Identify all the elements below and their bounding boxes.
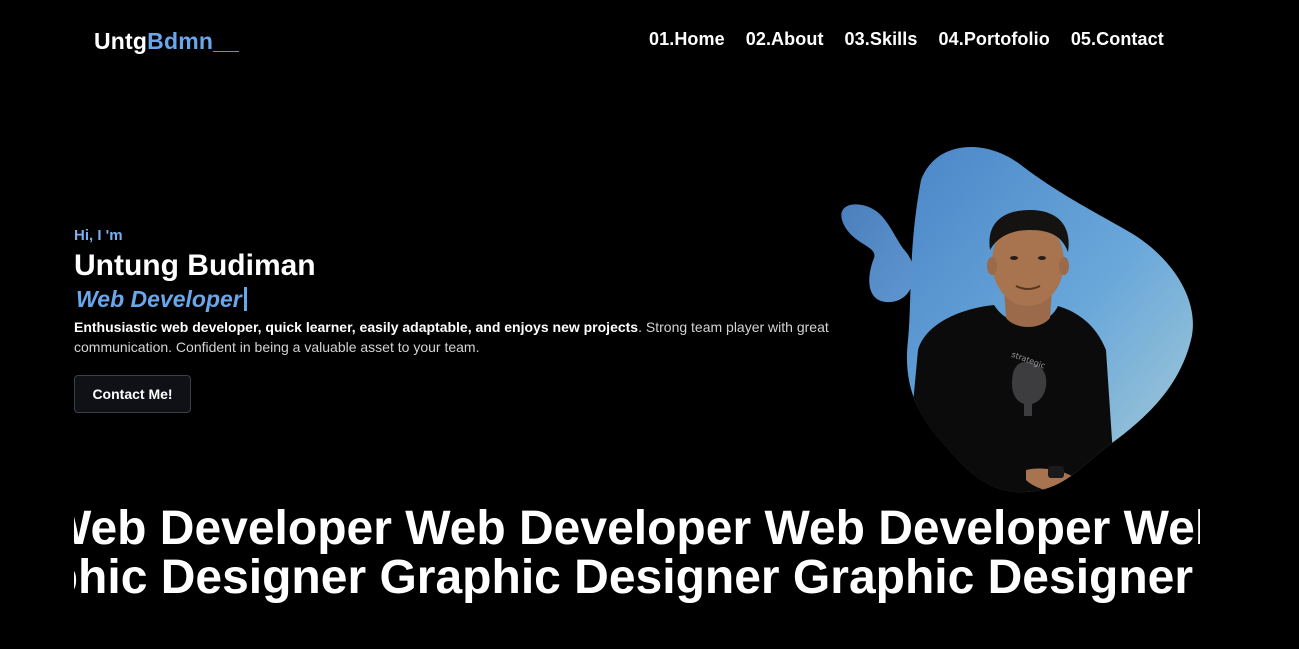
hero-role: Web Developer xyxy=(74,283,834,315)
marquee-web-developer: Web Developer Web Developer Web Develope… xyxy=(74,503,1200,555)
hero-role-text: Web Developer xyxy=(76,286,242,312)
nav-skills[interactable]: 03.Skills xyxy=(845,29,918,50)
logo-accent-text: Bdmn__ xyxy=(147,28,240,54)
hero-description: Enthusiastic web developer, quick learne… xyxy=(74,317,834,357)
marquee-graphic-designer: Graphic Designer Graphic Designer Graphi… xyxy=(74,552,1200,604)
hero-section: Hi, I 'm Untung Budiman Web Developer En… xyxy=(74,226,834,357)
typing-caret xyxy=(243,287,247,311)
nav-home[interactable]: 01.Home xyxy=(649,29,725,50)
contact-me-button[interactable]: Contact Me! xyxy=(74,375,191,413)
small-blob-shape xyxy=(841,204,914,303)
marquee-line-1-text: Web Developer Web Developer Web Develope… xyxy=(74,503,1200,555)
main-nav: 01.Home 02.About 03.Skills 04.Portofolio… xyxy=(649,29,1164,50)
nav-about[interactable]: 02.About xyxy=(746,29,824,50)
hero-description-bold: Enthusiastic web developer, quick learne… xyxy=(74,319,639,335)
hero-greeting: Hi, I 'm xyxy=(74,227,123,244)
hero-name: Untung Budiman xyxy=(74,249,316,282)
profile-portrait: strategic xyxy=(841,146,1193,493)
site-logo[interactable]: UntgBdmn__ xyxy=(94,28,239,55)
portfolio-page: UntgBdmn__ 01.Home 02.About 03.Skills 04… xyxy=(0,0,1299,649)
nav-contact[interactable]: 05.Contact xyxy=(1071,29,1164,50)
logo-main-text: Untg xyxy=(94,28,148,54)
marquee-line-2-text: Graphic Designer Graphic Designer Graphi… xyxy=(74,552,1200,604)
nav-portfolio[interactable]: 04.Portofolio xyxy=(939,29,1050,50)
